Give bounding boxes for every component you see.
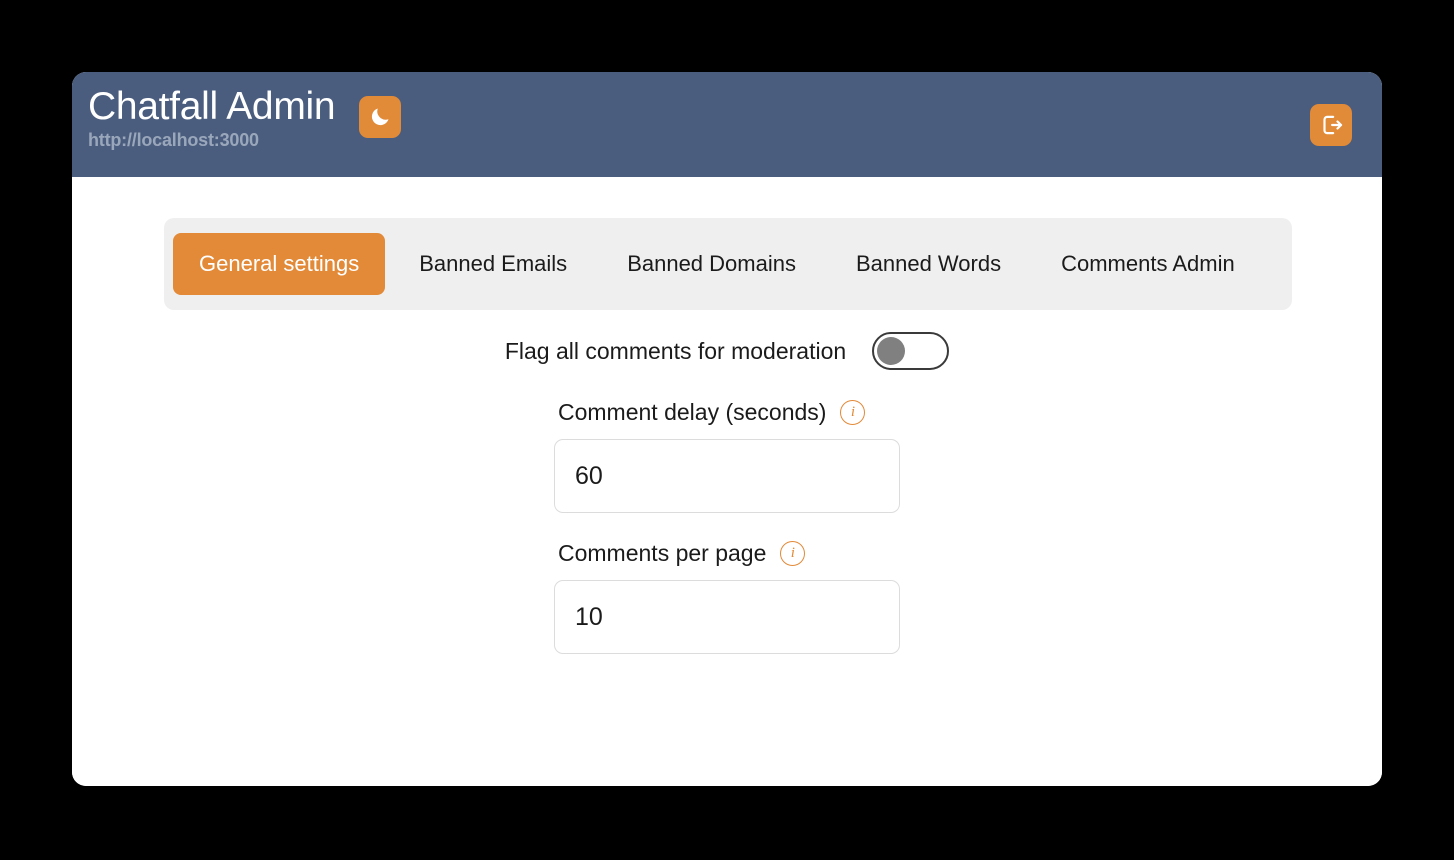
comment-delay-field-group: Comment delay (seconds) i: [554, 398, 900, 513]
app-body: General settings Banned Emails Banned Do…: [72, 177, 1382, 786]
tab-banned-domains[interactable]: Banned Domains: [601, 233, 822, 295]
dark-mode-toggle-button[interactable]: [359, 96, 402, 138]
comments-per-page-input[interactable]: [554, 580, 900, 654]
flag-all-comments-row: Flag all comments for moderation: [72, 332, 1382, 370]
app-header: Chatfall Admin http://localhost:3000: [72, 72, 1382, 177]
comments-per-page-field-group: Comments per page i: [554, 539, 900, 654]
comment-delay-label: Comment delay (seconds): [558, 399, 827, 425]
comments-per-page-label-row: Comments per page i: [554, 539, 900, 567]
info-icon[interactable]: i: [780, 540, 806, 566]
brand-text: Chatfall Admin http://localhost:3000: [82, 85, 341, 151]
admin-app-card: Chatfall Admin http://localhost:3000 Gen…: [72, 72, 1382, 786]
site-url: http://localhost:3000: [88, 130, 259, 150]
tab-banned-words[interactable]: Banned Words: [830, 233, 1027, 295]
comment-delay-input[interactable]: [554, 439, 900, 513]
comments-per-page-label: Comments per page: [558, 540, 767, 566]
logout-icon: [1318, 112, 1344, 138]
brand-block: Chatfall Admin http://localhost:3000: [82, 85, 402, 151]
toggle-knob: [877, 337, 906, 365]
flag-all-comments-toggle[interactable]: [872, 332, 950, 370]
page-title: Chatfall Admin: [88, 85, 336, 128]
info-icon[interactable]: i: [840, 399, 866, 425]
tab-banned-emails[interactable]: Banned Emails: [393, 233, 593, 295]
logout-button[interactable]: [1310, 104, 1352, 146]
moon-icon: [368, 105, 392, 129]
tab-comments-admin[interactable]: Comments Admin: [1035, 233, 1261, 295]
tab-general-settings[interactable]: General settings: [173, 233, 386, 295]
flag-all-comments-label: Flag all comments for moderation: [504, 338, 847, 364]
comment-delay-label-row: Comment delay (seconds) i: [554, 398, 900, 426]
general-settings-panel: Flag all comments for moderation Comment…: [72, 332, 1382, 680]
tab-bar: General settings Banned Emails Banned Do…: [164, 218, 1292, 310]
screen-background: Chatfall Admin http://localhost:3000 Gen…: [0, 0, 1454, 860]
